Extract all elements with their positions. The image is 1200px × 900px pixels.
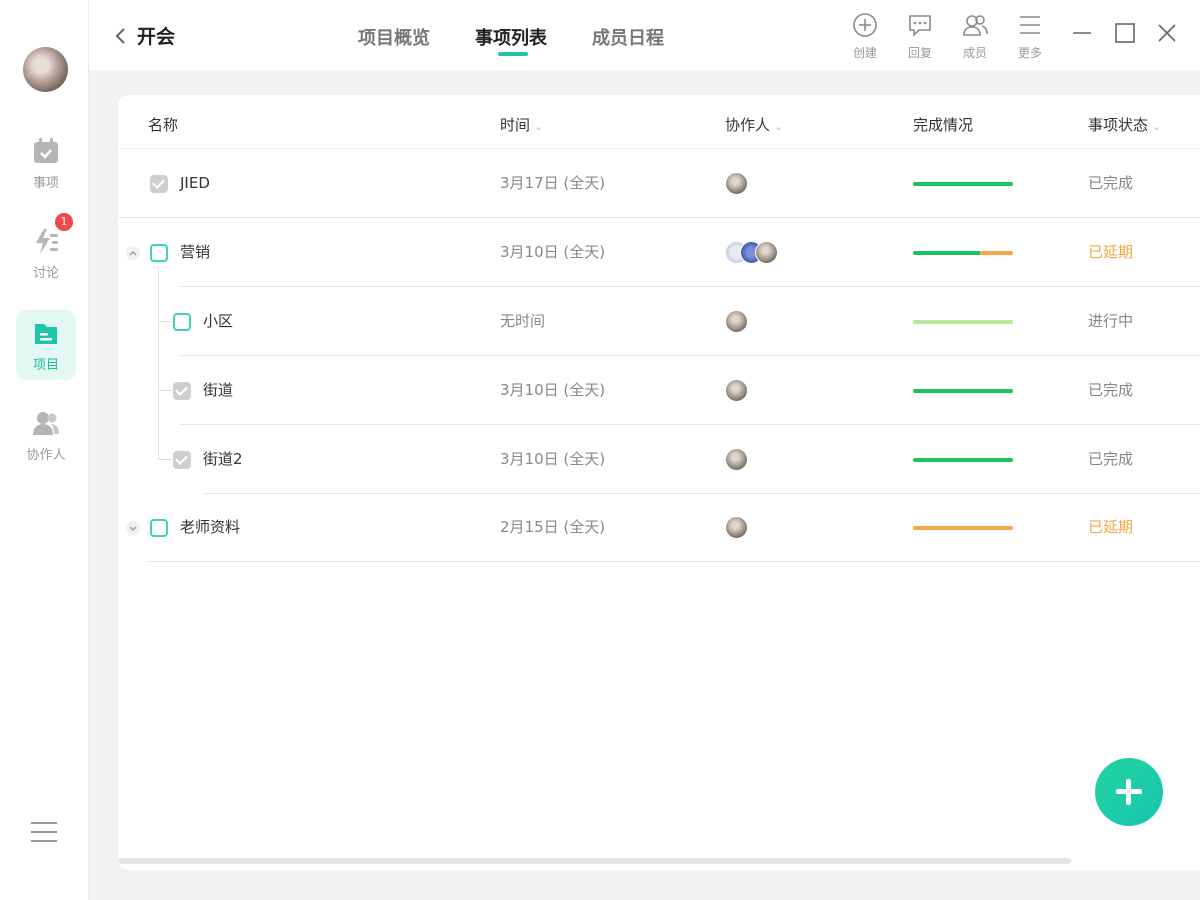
task-name: 街道2 [203, 450, 243, 468]
avatar [725, 172, 748, 195]
maximize-icon[interactable] [1114, 22, 1136, 44]
task-checkbox[interactable] [173, 382, 191, 400]
reply-label: 回复 [907, 46, 932, 60]
progress-bar [913, 182, 1013, 186]
task-time: 3月10日 (全天) [500, 450, 606, 468]
hamburger-menu-icon[interactable] [30, 820, 58, 844]
table-row[interactable]: 街道 3月10日 (全天) 已完成 [118, 356, 1200, 425]
top-header: 开会 项目概览 事项列表 成员日程 创建 回复 成员 更多 [89, 0, 1200, 70]
tab-task-list[interactable]: 事项列表 [475, 24, 547, 50]
task-checkbox[interactable] [150, 244, 168, 262]
task-time: 2月15日 (全天) [500, 518, 606, 536]
tab-overview[interactable]: 项目概览 [358, 24, 430, 50]
task-name: 小区 [203, 312, 234, 330]
expand-toggle[interactable] [126, 521, 140, 535]
notification-badge: 1 [55, 213, 73, 231]
table-row[interactable]: 老师资料 2月15日 (全天) 已延期 [118, 493, 1200, 562]
plus-circle-icon [853, 13, 877, 37]
tab-member-schedule[interactable]: 成员日程 [592, 24, 664, 50]
sidebar-item-label: 讨论 [32, 266, 59, 281]
calendar-check-icon [34, 138, 58, 163]
close-icon[interactable] [1156, 22, 1178, 44]
column-header-time[interactable]: 时间 ⌄ [500, 114, 543, 135]
collapse-toggle[interactable] [126, 246, 140, 260]
sidebar-item-collaborators[interactable]: 协作人 [16, 400, 76, 470]
lightning-icon [36, 229, 58, 254]
more-label: 更多 [1017, 46, 1042, 60]
create-button[interactable]: 创建 [840, 12, 890, 61]
table-row[interactable]: 街道2 3月10日 (全天) 已完成 [118, 425, 1200, 494]
task-checkbox[interactable] [150, 519, 168, 537]
user-avatar[interactable] [23, 47, 68, 92]
active-tab-indicator [498, 52, 528, 56]
progress-bar [913, 389, 1013, 393]
task-table: 名称 时间 ⌄ 协作人 ⌄ 完成情况 事项状态 ⌄ JIED 3月17日 (全天) 已… [118, 95, 1200, 870]
task-time: 3月10日 (全天) [500, 381, 606, 399]
chat-bubble-icon [909, 15, 931, 37]
sidebar-item-label: 项目 [32, 358, 59, 373]
members-button[interactable]: 成员 [950, 12, 1000, 61]
chevron-down-icon: ⌄ [534, 120, 544, 133]
status-text: 已完成 [1088, 381, 1134, 399]
avatar [725, 310, 748, 333]
task-checkbox[interactable] [173, 313, 191, 331]
more-lines-icon [1020, 16, 1040, 34]
sidebar-item-label: 事项 [32, 176, 59, 191]
progress-bar [913, 251, 1013, 255]
reply-button[interactable]: 回复 [895, 12, 945, 61]
sidebar: 事项 1 讨论 项目 协作人 [0, 0, 89, 900]
table-row[interactable]: 营销 3月10日 (全天) 已延期 [118, 218, 1200, 287]
members-icon [963, 15, 988, 36]
task-name: 营销 [180, 243, 211, 261]
column-header-name: 名称 [148, 116, 179, 134]
sidebar-item-projects[interactable]: 项目 [16, 310, 76, 380]
members-label: 成员 [962, 46, 987, 60]
column-header-status[interactable]: 事项状态 ⌄ [1088, 114, 1161, 135]
sidebar-item-tasks[interactable]: 事项 [16, 128, 76, 198]
chevron-down-icon: ⌄ [774, 120, 784, 133]
task-name: JIED [180, 174, 210, 192]
column-header-collaborators[interactable]: 协作人 ⌄ [725, 114, 783, 135]
progress-bar [913, 458, 1013, 462]
sidebar-item-label: 协作人 [26, 448, 66, 463]
task-checkbox[interactable] [173, 451, 191, 469]
people-icon [33, 412, 59, 435]
status-text: 已完成 [1088, 174, 1134, 192]
chevron-down-icon: ⌄ [1152, 120, 1162, 133]
task-name: 老师资料 [180, 518, 241, 536]
status-text: 已延期 [1088, 518, 1134, 536]
avatar [725, 379, 748, 402]
progress-bar [913, 320, 1013, 324]
folder-icon [35, 324, 57, 344]
task-checkbox[interactable] [150, 175, 168, 193]
avatar [755, 241, 778, 264]
more-button[interactable]: 更多 [1005, 12, 1055, 61]
chevron-down-icon [129, 526, 137, 531]
task-time: 3月17日 (全天) [500, 174, 606, 192]
sidebar-item-discussion[interactable]: 1 讨论 [16, 213, 76, 288]
task-time: 3月10日 (全天) [500, 243, 606, 261]
add-task-button[interactable] [1095, 758, 1163, 826]
progress-bar [913, 526, 1013, 530]
status-text: 进行中 [1088, 312, 1134, 330]
avatar [725, 448, 748, 471]
column-header-progress: 完成情况 [913, 116, 974, 134]
chevron-up-icon [129, 251, 137, 256]
status-text: 已完成 [1088, 450, 1134, 468]
avatar [725, 516, 748, 539]
status-text: 已延期 [1088, 243, 1134, 261]
page-title: 开会 [137, 26, 176, 48]
task-name: 街道 [203, 381, 234, 399]
table-row[interactable]: JIED 3月17日 (全天) 已完成 [118, 149, 1200, 218]
back-arrow-icon[interactable] [113, 24, 129, 48]
minimize-icon[interactable] [1071, 22, 1093, 44]
horizontal-scrollbar[interactable] [118, 858, 1071, 864]
row-divider [148, 561, 1200, 562]
create-label: 创建 [852, 46, 877, 60]
table-row[interactable]: 小区 无时间 进行中 [118, 287, 1200, 356]
task-time: 无时间 [500, 312, 546, 330]
